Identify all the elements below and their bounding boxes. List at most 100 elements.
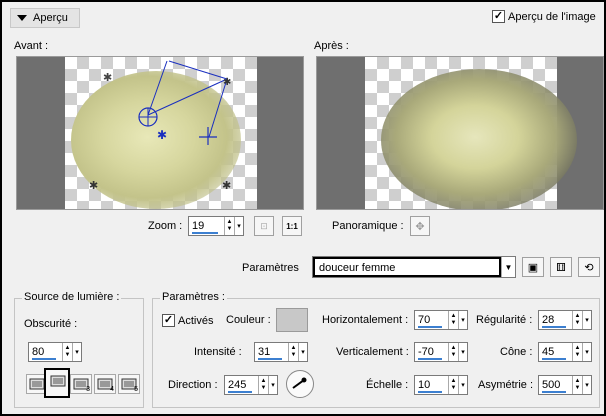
- darkness-spin-arrows-icon[interactable]: ▲ ▼: [62, 343, 72, 361]
- darkness-label: Obscurité :: [24, 318, 78, 330]
- fit-window-icon: ⊡: [260, 220, 268, 231]
- regularity-spinner[interactable]: 28 ▲ ▼ ▾: [538, 310, 592, 330]
- asymmetry-value[interactable]: 500: [539, 376, 572, 394]
- regularity-value[interactable]: 28: [539, 311, 572, 329]
- asymmetry-spinner[interactable]: 500 ▲ ▼ ▾: [538, 375, 592, 395]
- regularity-dropdown-icon[interactable]: ▾: [582, 311, 591, 329]
- svg-text:✱: ✱: [222, 179, 231, 192]
- light-source-overlay[interactable]: ✱ ✱ ✱ ✱ ✱: [17, 57, 304, 210]
- zoom-value[interactable]: 19: [189, 217, 224, 235]
- preview-section-toggle[interactable]: Aperçu: [10, 8, 80, 28]
- cone-dropdown-icon[interactable]: ▾: [582, 343, 591, 361]
- active-label: Activés: [178, 314, 214, 327]
- light-preset-4[interactable]: 4: [94, 374, 116, 394]
- regularity-spin-arrows-icon[interactable]: ▲ ▼: [572, 311, 582, 329]
- preview-image-label: Aperçu de l'image: [508, 10, 596, 23]
- presets-label: Paramètres: [242, 262, 299, 274]
- presets-dropdown-icon[interactable]: ▼: [501, 257, 515, 277]
- svg-text:✱: ✱: [223, 77, 231, 88]
- save-disk-icon: ▣: [527, 261, 539, 274]
- scale-spinner[interactable]: 10 ▲ ▼ ▾: [414, 375, 468, 395]
- after-light-blob: [381, 69, 577, 209]
- random-preset-button[interactable]: ⚅: [550, 257, 572, 277]
- cone-value[interactable]: 45: [539, 343, 572, 361]
- presets-value[interactable]: douceur femme: [313, 257, 501, 277]
- checkbox-check-icon: ✓: [492, 10, 505, 23]
- direction-label: Direction :: [168, 379, 218, 391]
- horizontal-label: Horizontalement :: [322, 314, 409, 326]
- scale-spin-arrows-icon[interactable]: ▲ ▼: [448, 376, 458, 394]
- dialog-frame: Aperçu ✓ Aperçu de l'image Avant : Après…: [0, 0, 606, 416]
- horizontal-value[interactable]: 70: [415, 311, 448, 329]
- parameters-title: Paramètres :: [160, 291, 227, 303]
- darkness-value[interactable]: 80: [29, 343, 62, 361]
- svg-text:✱: ✱: [103, 71, 112, 84]
- color-swatch[interactable]: [276, 308, 308, 332]
- after-preview: [316, 56, 604, 210]
- svg-text:✱: ✱: [89, 179, 98, 192]
- preview-image-checkbox[interactable]: ✓ Aperçu de l'image: [492, 10, 596, 23]
- vertical-label: Verticalement :: [336, 346, 409, 358]
- direction-spinner[interactable]: 245 ▲ ▼ ▾: [224, 375, 278, 395]
- one-to-one-icon: 1:1: [286, 221, 298, 231]
- intensity-label: Intensité :: [194, 346, 242, 358]
- dice-icon: ⚅: [556, 261, 566, 274]
- reset-preset-button[interactable]: ⟲: [578, 257, 600, 277]
- vertical-spin-arrows-icon[interactable]: ▲ ▼: [448, 343, 458, 361]
- asymmetry-dropdown-icon[interactable]: ▾: [582, 376, 591, 394]
- darkness-spinner[interactable]: 80 ▲ ▼ ▾: [28, 342, 82, 362]
- direction-value[interactable]: 245: [225, 376, 258, 394]
- zoom-spin-arrows-icon[interactable]: ▲ ▼: [224, 217, 234, 235]
- svg-text:✱: ✱: [157, 128, 167, 142]
- vertical-spinner[interactable]: -70 ▲ ▼ ▾: [414, 342, 468, 362]
- pan-label: Panoramique :: [332, 220, 404, 232]
- zoom-actual-size-button[interactable]: 1:1: [282, 216, 302, 236]
- zoom-spinner[interactable]: 19 ▲ ▼ ▾: [188, 216, 244, 236]
- intensity-value[interactable]: 31: [255, 343, 288, 361]
- preset-number-4: 4: [110, 386, 114, 393]
- collapse-triangle-icon: [17, 15, 27, 21]
- asymmetry-label: Asymétrie :: [478, 379, 534, 391]
- cone-spinner[interactable]: 45 ▲ ▼ ▾: [538, 342, 592, 362]
- scale-value[interactable]: 10: [415, 376, 448, 394]
- checkbox-check-icon: ✓: [162, 314, 175, 327]
- direction-dial[interactable]: [286, 370, 314, 398]
- fit-zoom-button[interactable]: ⊡: [254, 216, 274, 236]
- intensity-spin-arrows-icon[interactable]: ▲ ▼: [288, 343, 298, 361]
- active-checkbox[interactable]: ✓ Activés: [162, 314, 213, 327]
- cone-spin-arrows-icon[interactable]: ▲ ▼: [572, 343, 582, 361]
- preset-number-5: 5: [134, 386, 138, 393]
- preview-section-label: Aperçu: [33, 12, 68, 24]
- cone-label: Cône :: [500, 346, 533, 358]
- horizontal-dropdown-icon[interactable]: ▾: [458, 311, 467, 329]
- horizontal-spin-arrows-icon[interactable]: ▲ ▼: [448, 311, 458, 329]
- scale-dropdown-icon[interactable]: ▾: [458, 376, 467, 394]
- preset-number-3: 3: [86, 386, 90, 393]
- vertical-value[interactable]: -70: [415, 343, 448, 361]
- darkness-dropdown-icon[interactable]: ▾: [72, 343, 81, 361]
- vertical-dropdown-icon[interactable]: ▾: [458, 343, 467, 361]
- asymmetry-spin-arrows-icon[interactable]: ▲ ▼: [572, 376, 582, 394]
- after-label: Après :: [314, 40, 349, 52]
- presets-combobox[interactable]: douceur femme ▼: [312, 256, 516, 278]
- light-source-title: Source de lumière :: [22, 291, 122, 303]
- horizontal-spinner[interactable]: 70 ▲ ▼ ▾: [414, 310, 468, 330]
- regularity-label: Régularité :: [476, 314, 533, 326]
- zoom-label: Zoom :: [148, 220, 183, 232]
- light-preset-5[interactable]: 5: [118, 374, 140, 394]
- scale-label: Échelle :: [366, 379, 409, 391]
- before-preview[interactable]: ✱ ✱ ✱ ✱ ✱: [16, 56, 304, 210]
- lamp-preset-icon: [50, 375, 66, 387]
- direction-arrow-icon: [292, 377, 307, 389]
- direction-spin-arrows-icon[interactable]: ▲ ▼: [258, 376, 268, 394]
- intensity-dropdown-icon[interactable]: ▾: [298, 343, 307, 361]
- light-preset-2-selected[interactable]: [44, 368, 70, 398]
- pan-button[interactable]: ✥: [410, 216, 430, 236]
- direction-dropdown-icon[interactable]: ▾: [268, 376, 277, 394]
- save-preset-button[interactable]: ▣: [522, 257, 544, 277]
- color-label: Couleur :: [226, 314, 271, 326]
- zoom-dropdown-icon[interactable]: ▾: [234, 217, 243, 235]
- light-preset-3[interactable]: 3: [70, 374, 92, 394]
- intensity-spinner[interactable]: 31 ▲ ▼ ▾: [254, 342, 308, 362]
- pan-move-icon: ✥: [415, 220, 425, 233]
